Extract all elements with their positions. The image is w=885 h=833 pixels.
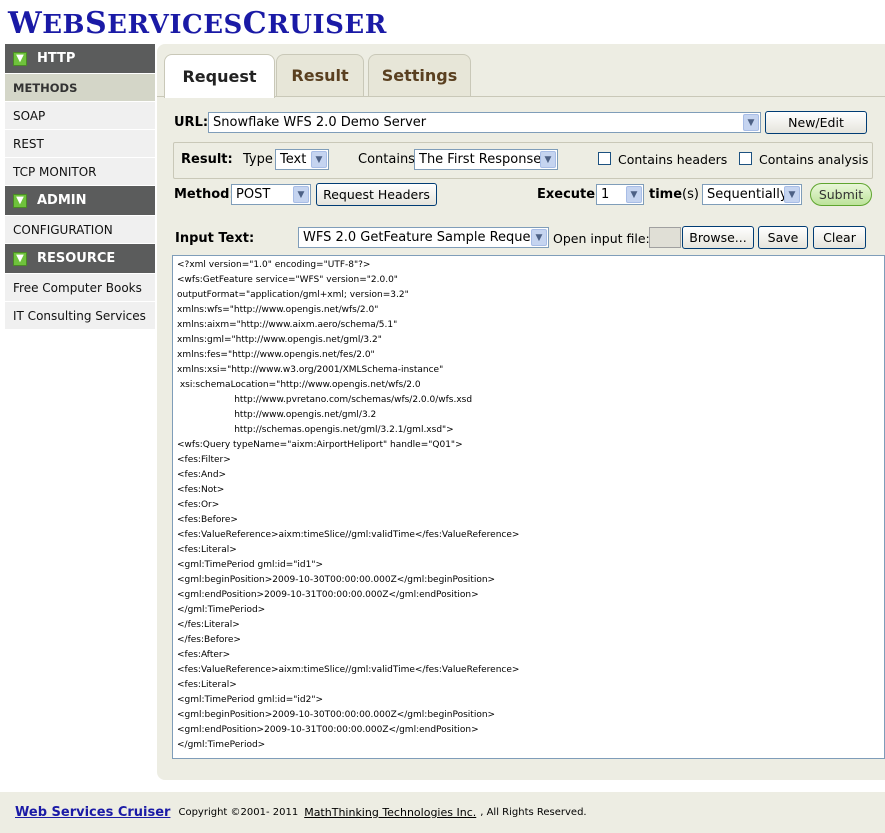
footer-company-link[interactable]: MathThinking Technologies Inc. xyxy=(304,806,476,819)
chevron-down-icon: ▼ xyxy=(293,186,309,203)
contains-headers-label: Contains headers xyxy=(618,152,728,167)
result-label: Result: xyxy=(181,152,233,167)
request-headers-button[interactable]: Request Headers xyxy=(316,183,437,206)
type-select[interactable]: Text ▼ xyxy=(275,149,329,170)
execute-count-select[interactable]: 1 ▼ xyxy=(596,184,644,205)
type-label: Type xyxy=(243,152,273,167)
footer-brand-link[interactable]: Web Services Cruiser xyxy=(15,805,170,820)
expand-arrow-icon: ▼ xyxy=(13,193,27,208)
sidebar-item-it-consulting[interactable]: IT Consulting Services xyxy=(5,302,155,330)
app-logo: WEBSERVICESCRUISER xyxy=(8,6,387,41)
chevron-down-icon: ▼ xyxy=(540,151,556,168)
method-select[interactable]: POST ▼ xyxy=(231,184,311,205)
clear-button[interactable]: Clear xyxy=(813,226,866,249)
expand-arrow-icon: ▼ xyxy=(13,51,27,66)
new-edit-button[interactable]: New/Edit xyxy=(765,111,867,134)
tab-settings[interactable]: Settings xyxy=(368,54,471,96)
chevron-down-icon: ▼ xyxy=(531,229,547,246)
tab-result[interactable]: Result xyxy=(276,54,364,96)
url-select[interactable]: Snowflake WFS 2.0 Demo Server ▼ xyxy=(208,112,761,133)
input-text-area[interactable]: <?xml version="1.0" encoding="UTF-8"?> <… xyxy=(172,255,885,759)
sidebar-item-configuration[interactable]: CONFIGURATION xyxy=(5,216,155,244)
contains-select[interactable]: The First Response ▼ xyxy=(414,149,558,170)
input-text-label: Input Text: xyxy=(175,231,255,246)
expand-arrow-icon: ▼ xyxy=(13,251,27,266)
sidebar: ▼ HTTP METHODS SOAP REST TCP MONITOR ▼ A… xyxy=(5,44,155,330)
request-xml-text: <?xml version="1.0" encoding="UTF-8"?> <… xyxy=(177,260,520,750)
save-button[interactable]: Save xyxy=(758,226,808,249)
contains-headers-checkbox[interactable] xyxy=(598,152,611,165)
times-label: time(s) xyxy=(649,187,699,202)
chevron-down-icon: ▼ xyxy=(311,151,327,168)
chevron-down-icon: ▼ xyxy=(743,114,759,131)
file-path-input[interactable] xyxy=(649,227,681,248)
sidebar-section-resource[interactable]: ▼ RESOURCE xyxy=(5,244,155,273)
sample-request-select[interactable]: WFS 2.0 GetFeature Sample Request ▼ xyxy=(298,227,549,248)
open-input-file-label: Open input file: xyxy=(553,231,650,246)
browse-button[interactable]: Browse... xyxy=(682,226,754,249)
footer-copyright: Copyright ©2001- 2011 xyxy=(178,807,299,818)
method-label: Method: xyxy=(174,187,235,202)
chevron-down-icon: ▼ xyxy=(626,186,642,203)
sidebar-item-soap[interactable]: SOAP xyxy=(5,102,155,130)
sidebar-item-tcp-monitor[interactable]: TCP MONITOR xyxy=(5,158,155,186)
sidebar-item-methods[interactable]: METHODS xyxy=(5,74,155,102)
url-label: URL: xyxy=(174,115,209,130)
sidebar-item-rest[interactable]: REST xyxy=(5,130,155,158)
submit-button[interactable]: Submit xyxy=(810,183,872,206)
contains-analysis-checkbox[interactable] xyxy=(739,152,752,165)
sidebar-section-admin[interactable]: ▼ ADMIN xyxy=(5,186,155,215)
footer-rights: , All Rights Reserved. xyxy=(480,807,587,818)
footer: Web Services Cruiser Copyright ©2001- 20… xyxy=(0,792,885,833)
sidebar-section-http[interactable]: ▼ HTTP xyxy=(5,44,155,73)
sidebar-item-free-computer-books[interactable]: Free Computer Books xyxy=(5,274,155,302)
chevron-down-icon: ▼ xyxy=(784,186,800,203)
contains-analysis-label: Contains analysis xyxy=(759,152,869,167)
execute-label: Execute xyxy=(537,187,596,202)
tab-request[interactable]: Request xyxy=(164,54,275,98)
execution-mode-select[interactable]: Sequentially ▼ xyxy=(702,184,802,205)
contains-label: Contains xyxy=(358,152,415,167)
